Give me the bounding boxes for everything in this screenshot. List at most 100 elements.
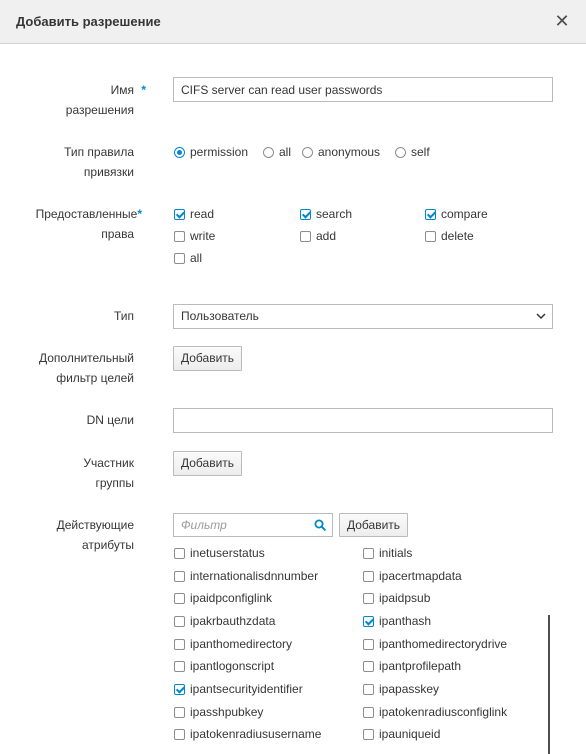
- checkbox-icon[interactable]: [425, 230, 436, 242]
- dialog-header: Добавить разрешение ✕: [0, 0, 586, 44]
- attributes-label-line2: атрибуты: [81, 538, 134, 552]
- checkbox-icon[interactable]: [174, 230, 185, 242]
- attribute-label: ipantsecurityidentifier: [190, 682, 303, 696]
- radio-anonymous[interactable]: anonymous: [302, 144, 380, 160]
- attribute-label: ipatokenradiusconfiglink: [379, 705, 508, 719]
- radio-selected-icon[interactable]: [174, 146, 185, 158]
- right-add[interactable]: add: [300, 228, 336, 244]
- radio-permission[interactable]: permission: [174, 144, 248, 160]
- attribute-item[interactable]: inetuserstatus: [174, 545, 265, 561]
- attributes-label: Действующие атрибуты: [0, 515, 134, 555]
- checkbox-icon[interactable]: [174, 706, 185, 718]
- checkbox-icon[interactable]: [363, 660, 374, 672]
- member-group-label-line1: Участник: [83, 456, 134, 470]
- checkbox-label: search: [316, 207, 353, 221]
- checkbox-icon[interactable]: [363, 728, 374, 740]
- name-label-line1: Имя: [110, 83, 134, 97]
- right-all[interactable]: all: [174, 250, 202, 266]
- type-select-value: Пользователь: [181, 309, 259, 323]
- right-write[interactable]: write: [174, 228, 215, 244]
- attribute-label: internationalisdnnumber: [190, 569, 319, 583]
- attribute-label: ipantprofilepath: [379, 659, 462, 673]
- permission-name-input[interactable]: [173, 77, 553, 102]
- right-compare[interactable]: compare: [425, 206, 488, 222]
- attribute-item[interactable]: ipatokenradiususername: [174, 726, 321, 742]
- checkbox-icon[interactable]: [363, 592, 374, 604]
- attribute-list-scrollbar[interactable]: [548, 615, 550, 754]
- attribute-item[interactable]: ipapasskey: [363, 681, 439, 697]
- checkbox-icon[interactable]: [363, 706, 374, 718]
- attribute-item[interactable]: ipantprofilepath: [363, 658, 461, 674]
- checkbox-label: write: [190, 229, 216, 243]
- attribute-item[interactable]: ipatokenradiusconfiglink: [363, 704, 507, 720]
- add-attribute-button[interactable]: Добавить: [339, 513, 409, 537]
- checkbox-icon[interactable]: [363, 683, 374, 695]
- rights-label-line1: Предоставленные: [35, 207, 138, 221]
- attribute-item[interactable]: ipanthash: [363, 613, 431, 629]
- attribute-item[interactable]: ipasshpubkey: [174, 704, 263, 720]
- extra-filter-label-line2: фильтр целей: [56, 371, 134, 385]
- attribute-item[interactable]: ipakrbauthzdata: [174, 613, 275, 629]
- attribute-label: ipauniqueid: [379, 727, 441, 741]
- attribute-label: ipacertmapdata: [379, 569, 462, 583]
- checkbox-icon[interactable]: [174, 592, 185, 604]
- checkbox-checked-icon[interactable]: [174, 683, 185, 695]
- checkbox-checked-icon[interactable]: [174, 208, 185, 220]
- attribute-item[interactable]: ipanthomedirectory: [174, 636, 292, 652]
- bind-type-label: Тип правила привязки: [0, 142, 134, 182]
- add-member-group-button[interactable]: Добавить: [173, 451, 243, 476]
- type-select[interactable]: Пользователь: [173, 304, 553, 329]
- checkbox-checked-icon[interactable]: [363, 615, 374, 627]
- attribute-item[interactable]: ipauniqueid: [363, 726, 440, 742]
- attribute-item[interactable]: ipaidpsub: [363, 590, 430, 606]
- target-dn-input[interactable]: [173, 408, 553, 433]
- checkbox-icon[interactable]: [174, 252, 185, 264]
- attribute-label: ipasshpubkey: [190, 705, 264, 719]
- member-group-label-line2: группы: [95, 476, 134, 490]
- dialog-title: Добавить разрешение: [16, 14, 161, 29]
- checkbox-icon[interactable]: [363, 547, 374, 559]
- target-dn-label: DN цели: [86, 413, 134, 427]
- attribute-item[interactable]: ipanthomedirectorydrive: [363, 636, 507, 652]
- checkbox-icon[interactable]: [300, 230, 311, 242]
- right-search[interactable]: search: [300, 206, 352, 222]
- radio-icon[interactable]: [302, 146, 313, 158]
- checkbox-icon[interactable]: [174, 660, 185, 672]
- checkbox-icon[interactable]: [174, 615, 185, 627]
- checkbox-icon[interactable]: [174, 728, 185, 740]
- attribute-label: ipanthash: [379, 614, 432, 628]
- rights-label: Предоставленные* права: [0, 204, 142, 244]
- checkbox-icon[interactable]: [174, 638, 185, 650]
- attribute-item[interactable]: internationalisdnnumber: [174, 568, 318, 584]
- radio-icon[interactable]: [263, 146, 274, 158]
- attribute-filter-input[interactable]: [174, 514, 304, 536]
- close-icon[interactable]: ✕: [554, 12, 570, 30]
- attribute-item[interactable]: ipaidpconfiglink: [174, 590, 272, 606]
- search-icon[interactable]: [314, 519, 326, 531]
- checkbox-checked-icon[interactable]: [425, 208, 436, 220]
- checkbox-checked-icon[interactable]: [300, 208, 311, 220]
- member-group-label: Участник группы: [0, 453, 134, 493]
- right-read[interactable]: read: [174, 206, 214, 222]
- type-label: Тип: [113, 309, 134, 323]
- checkbox-icon[interactable]: [174, 547, 185, 559]
- attribute-label: ipakrbauthzdata: [190, 614, 276, 628]
- extra-filter-label-line1: Дополнительный: [38, 351, 134, 365]
- radio-all[interactable]: all: [263, 144, 291, 160]
- attribute-item[interactable]: ipantsecurityidentifier: [174, 681, 303, 697]
- attribute-item[interactable]: ipantlogonscript: [174, 658, 274, 674]
- checkbox-icon[interactable]: [363, 638, 374, 650]
- attribute-item[interactable]: ipacertmapdata: [363, 568, 462, 584]
- radio-icon[interactable]: [395, 146, 406, 158]
- right-delete[interactable]: delete: [425, 228, 474, 244]
- checkbox-icon[interactable]: [363, 570, 374, 582]
- attribute-item[interactable]: initials: [363, 545, 412, 561]
- required-mark: *: [141, 83, 146, 97]
- attribute-filter[interactable]: [173, 513, 333, 537]
- checkbox-label: delete: [441, 229, 474, 243]
- attribute-label: initials: [379, 546, 413, 560]
- attribute-label: ipaidpconfiglink: [190, 591, 273, 605]
- radio-self[interactable]: self: [395, 144, 430, 160]
- checkbox-icon[interactable]: [174, 570, 185, 582]
- add-filter-button[interactable]: Добавить: [173, 346, 243, 371]
